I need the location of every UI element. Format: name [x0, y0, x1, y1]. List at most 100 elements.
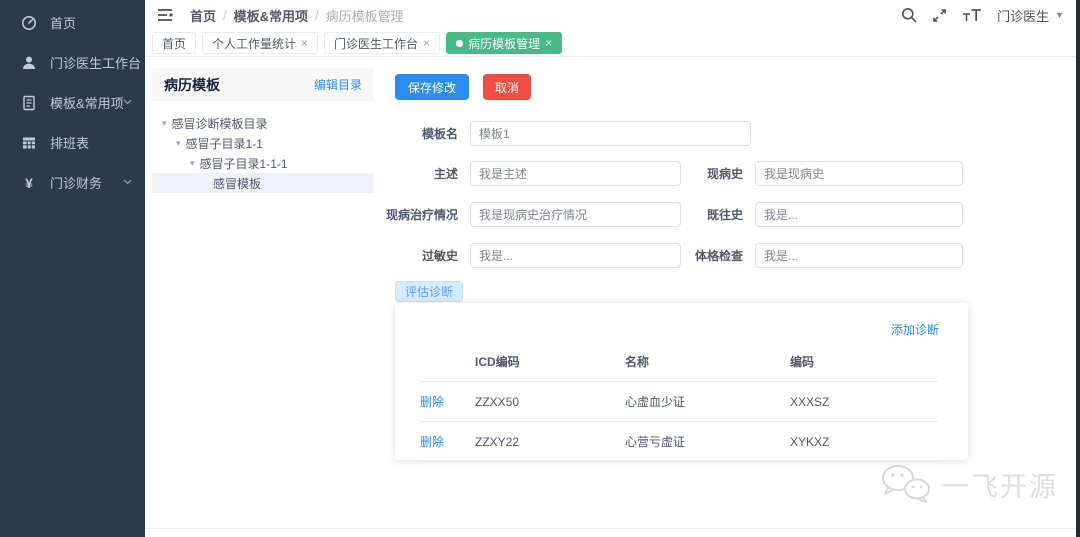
close-icon[interactable]: × — [545, 37, 552, 49]
column-header-icd: ICD编码 — [475, 346, 625, 382]
chief-complaint-input[interactable] — [470, 161, 681, 186]
tree-node[interactable]: ▾ 感冒诊断模板目录 — [152, 113, 374, 133]
tab-label: 个人工作量统计 — [212, 36, 297, 51]
field-label: 体格检查 — [694, 249, 743, 263]
delete-diagnosis-link[interactable]: 删除 — [420, 395, 444, 409]
sidebar-item-label: 排班表 — [50, 136, 90, 151]
column-header-action — [420, 346, 475, 382]
field-label: 主述 — [433, 167, 458, 181]
sidebar-item-label: 首页 — [50, 16, 77, 31]
tab-workload-stats[interactable]: 个人工作量统计 × — [202, 32, 319, 54]
chevron-down-icon — [123, 99, 132, 105]
chevron-down-icon — [123, 179, 132, 185]
edit-directory-link[interactable]: 编辑目录 — [314, 76, 362, 93]
topbar: 首页 / 模板&常用项 / 病历模板管理 门诊医生 ▼ — [145, 0, 1076, 30]
search-icon[interactable] — [901, 7, 917, 23]
cell-code: XXXSZ — [790, 381, 938, 422]
breadcrumb-item[interactable]: 模板&常用项 — [234, 6, 308, 25]
template-name-input[interactable] — [470, 121, 751, 146]
close-icon[interactable]: × — [423, 37, 430, 49]
table-row: 删除 ZZXX50 心虚血少证 XXXSZ — [420, 381, 938, 422]
sidebar-item-doctor-workbench[interactable]: 门诊医生工作台 — [0, 43, 145, 82]
app-window: 首页 门诊医生工作台 模板&常用项 排班表 ¥ 门诊财务 首页 / 模板&常用项… — [0, 0, 1080, 537]
field-label: 过敏史 — [421, 249, 458, 263]
watermark-text: 一飞开源 — [942, 471, 1058, 502]
delete-diagnosis-link[interactable]: 删除 — [420, 435, 444, 449]
save-button[interactable]: 保存修改 — [395, 74, 469, 100]
tab-home[interactable]: 首页 — [152, 32, 197, 54]
user-menu[interactable]: 门诊医生 ▼ — [997, 6, 1064, 25]
font-size-icon[interactable] — [962, 8, 982, 22]
allergy-history-input[interactable] — [470, 243, 681, 268]
physical-exam-input[interactable] — [755, 243, 963, 268]
field-label: 现病史 — [706, 167, 743, 181]
dashboard-icon — [21, 15, 37, 31]
tree-node[interactable]: ▾ 感冒子目录1-1 — [152, 133, 374, 153]
tab-template-manage-active[interactable]: 病历模板管理 × — [446, 32, 563, 54]
form-row-physical-exam: 体格检查 — [677, 243, 963, 268]
tab-label: 首页 — [162, 36, 187, 51]
tab-doctor-workbench[interactable]: 门诊医生工作台 × — [324, 32, 441, 54]
cell-name: 心营亏虚证 — [625, 421, 790, 462]
tree-caret-icon[interactable]: ▾ — [190, 158, 195, 169]
table-header-row: ICD编码 名称 编码 — [420, 346, 938, 382]
present-illness-input[interactable] — [755, 161, 963, 186]
tree-caret-icon[interactable]: ▾ — [162, 118, 167, 129]
sidebar-item-finance[interactable]: ¥ 门诊财务 — [0, 163, 145, 202]
sidebar-item-label: 门诊医生工作台 — [50, 56, 142, 71]
field-label: 模板名 — [421, 127, 458, 141]
user-name: 门诊医生 — [997, 8, 1050, 24]
form-row-present-illness: 现病史 — [677, 161, 963, 186]
cell-icd: ZZXX50 — [475, 381, 625, 422]
sidebar-collapse-icon[interactable] — [157, 8, 174, 22]
panel-header: 病历模板 编辑目录 — [152, 68, 374, 101]
money-icon: ¥ — [25, 174, 33, 191]
tree-node-label: 感冒子目录1-1 — [185, 136, 263, 151]
close-icon[interactable]: × — [301, 37, 308, 49]
cell-icd: ZZXY22 — [475, 421, 625, 462]
form-row-allergy-history: 过敏史 — [365, 243, 681, 268]
sidebar: 首页 门诊医生工作台 模板&常用项 排班表 ¥ 门诊财务 — [0, 0, 145, 537]
form-row-past-history: 既往史 — [677, 202, 963, 227]
content-bottom-divider — [145, 528, 1076, 529]
tree-node-label: 感冒诊断模板目录 — [171, 116, 268, 131]
cancel-button[interactable]: 取消 — [483, 74, 531, 100]
column-header-name: 名称 — [625, 346, 790, 382]
diagnosis-card: 添加诊断 ICD编码 名称 编码 删除 ZZXX50 心虚血少证 XXXSZ 删… — [395, 303, 968, 462]
treatment-status-input[interactable] — [470, 202, 681, 227]
breadcrumb-separator: / — [315, 7, 319, 23]
field-label: 现病治疗情况 — [385, 208, 458, 222]
list-icon — [21, 95, 37, 111]
form-row-template-name: 模板名 — [365, 121, 751, 146]
form-row-treatment-status: 现病治疗情况 — [365, 202, 681, 227]
tab-label: 病历模板管理 — [468, 36, 541, 51]
breadcrumb: 首页 / 模板&常用项 / 病历模板管理 — [190, 6, 404, 25]
sidebar-item-schedule[interactable]: 排班表 — [0, 123, 145, 162]
diagnosis-table: ICD编码 名称 编码 删除 ZZXX50 心虚血少证 XXXSZ 删除 ZZX… — [420, 346, 938, 462]
column-header-code: 编码 — [790, 346, 938, 382]
window-edge-strip — [1076, 0, 1080, 537]
breadcrumb-separator: / — [223, 7, 227, 23]
opened-tabs-bar: 首页 个人工作量统计 × 门诊医生工作台 × 病历模板管理 × — [145, 30, 1076, 57]
sidebar-item-templates[interactable]: 模板&常用项 — [0, 83, 145, 122]
wechat-bubbles-icon — [878, 462, 934, 506]
template-tree: ▾ 感冒诊断模板目录 ▾ 感冒子目录1-1 ▾ 感冒子目录1-1-1 感冒模板 — [152, 113, 374, 193]
tree-caret-icon[interactable]: ▾ — [176, 138, 181, 149]
template-tree-panel: 病历模板 编辑目录 ▾ 感冒诊断模板目录 ▾ 感冒子目录1-1 ▾ 感冒子目录1… — [152, 68, 374, 193]
fullscreen-icon[interactable] — [932, 8, 947, 23]
sidebar-item-home[interactable]: 首页 — [0, 3, 145, 42]
tab-label: 门诊医生工作台 — [334, 36, 419, 51]
sidebar-item-label: 门诊财务 — [50, 176, 103, 191]
tab-diagnosis-assessment[interactable]: 评估诊断 — [395, 281, 464, 302]
cell-name: 心虚血少证 — [625, 381, 790, 422]
panel-title: 病历模板 — [164, 76, 220, 93]
breadcrumb-item-current: 病历模板管理 — [325, 8, 404, 24]
table-icon — [21, 135, 37, 151]
add-diagnosis-link[interactable]: 添加诊断 — [891, 321, 939, 338]
tree-node[interactable]: ▾ 感冒子目录1-1-1 — [152, 153, 374, 173]
breadcrumb-item[interactable]: 首页 — [190, 6, 216, 25]
form-row-chief-complaint: 主述 — [365, 161, 681, 186]
tree-node-selected[interactable]: 感冒模板 — [152, 173, 374, 193]
past-history-input[interactable] — [755, 202, 963, 227]
user-icon — [21, 55, 37, 71]
